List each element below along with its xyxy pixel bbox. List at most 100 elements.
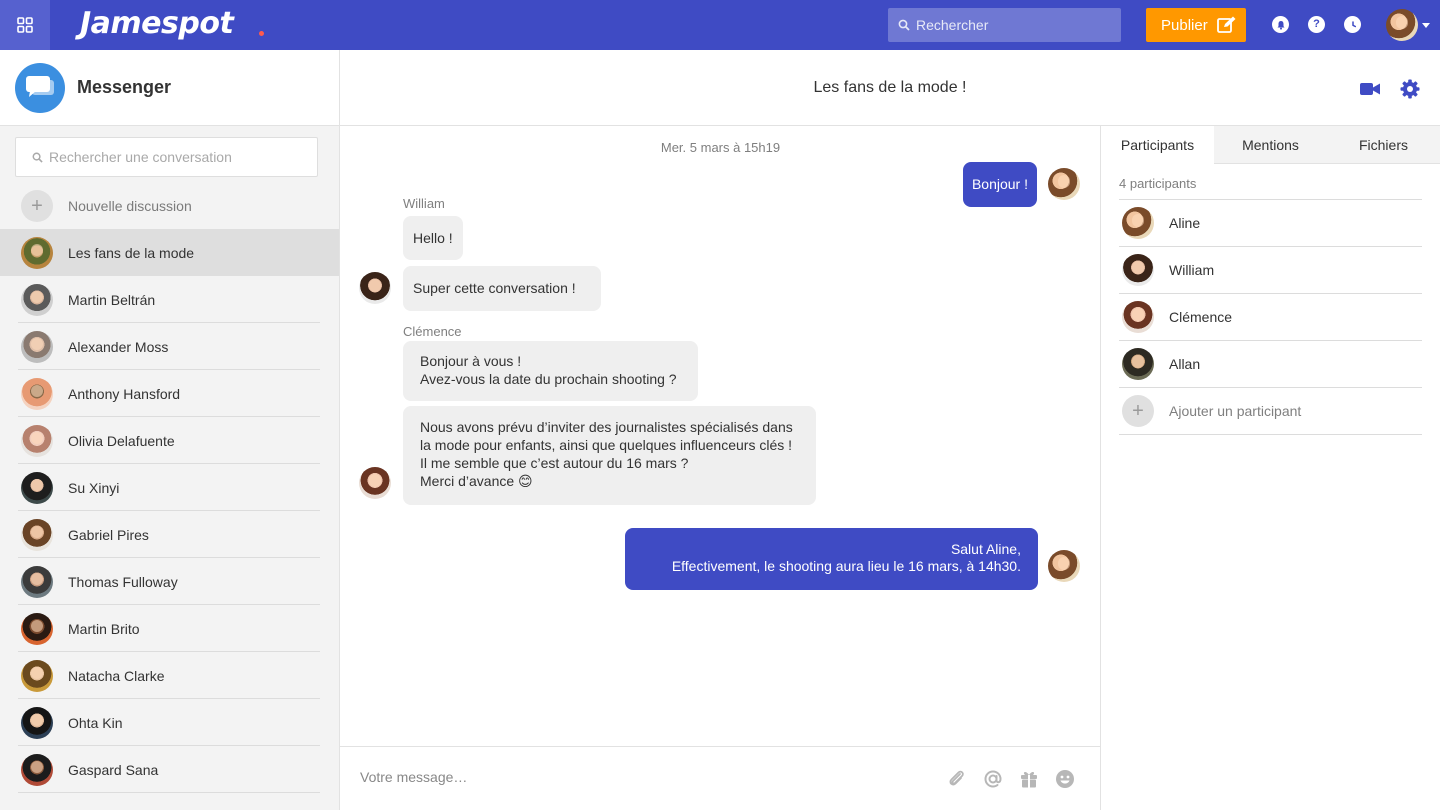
message-line: Effectivement, le shooting aura lieu le … (671, 558, 1021, 574)
incoming-message[interactable]: Nous avons prévu d’inviter des journalis… (403, 406, 816, 505)
sender-name: William (403, 196, 445, 211)
conversation-name: Gaspard Sana (68, 761, 159, 778)
avatar (1122, 207, 1154, 239)
avatar (21, 706, 53, 739)
participants-list: Aline William Clémence Allan + Ajouter u… (1119, 199, 1422, 435)
message-line: Hello ! (413, 230, 453, 246)
sender-avatar[interactable] (1048, 550, 1080, 582)
video-camera-icon (1360, 83, 1380, 95)
participant-item[interactable]: William (1119, 247, 1422, 294)
avatar (21, 236, 53, 269)
gift-button[interactable] (1019, 769, 1039, 794)
conversation-item[interactable]: Thomas Fulloway (0, 558, 339, 605)
conversation-name: Thomas Fulloway (68, 573, 178, 590)
conversation-search-input[interactable] (49, 149, 299, 165)
message-composer (340, 746, 1101, 810)
details-tabs: Participants Mentions Fichiers (1101, 126, 1440, 164)
outgoing-message[interactable]: Bonjour ! (962, 162, 1037, 207)
add-participant-label: Ajouter un participant (1169, 403, 1302, 419)
messenger-header: Messenger (0, 50, 339, 126)
avatar (21, 565, 53, 598)
incoming-message[interactable]: Bonjour à vous ! Avez-vous la date du pr… (403, 341, 698, 401)
avatar (21, 471, 53, 504)
conversation-item[interactable]: Les fans de la mode (0, 229, 339, 276)
gift-icon (1021, 771, 1037, 788)
tab-mentions[interactable]: Mentions (1214, 126, 1327, 164)
conversation-search[interactable] (15, 137, 318, 177)
add-participant-button[interactable]: + Ajouter un participant (1119, 388, 1422, 435)
tab-participants[interactable]: Participants (1101, 126, 1214, 164)
chevron-down-icon (1422, 22, 1430, 28)
emoji-button[interactable] (1055, 769, 1075, 794)
conversation-item[interactable]: Su Xinyi (0, 464, 339, 511)
new-discussion-label: Nouvelle discussion (68, 198, 192, 214)
conversation-name: Su Xinyi (68, 479, 120, 496)
search-icon (898, 19, 910, 31)
conversation-item[interactable]: Ohta Kin (0, 699, 339, 746)
chat-header: Les fans de la mode ! (340, 50, 1440, 126)
conversation-name: Les fans de la mode (68, 244, 195, 261)
incoming-message[interactable]: Super cette conversation ! (403, 266, 601, 311)
global-search[interactable] (888, 8, 1121, 42)
notifications-button[interactable] (1272, 16, 1289, 33)
participant-item[interactable]: Aline (1119, 200, 1422, 247)
video-call-button[interactable] (1360, 82, 1380, 101)
plus-icon: + (21, 190, 53, 222)
avatar (21, 377, 53, 410)
conversation-name: Olivia Delafuente (68, 432, 175, 449)
user-menu[interactable] (1386, 8, 1430, 42)
participant-name: William (1169, 262, 1215, 278)
conversation-item[interactable]: Anthony Hansford (0, 370, 339, 417)
conversation-item[interactable]: Olivia Delafuente (0, 417, 339, 464)
conversation-item[interactable]: Martin Brito (0, 605, 339, 652)
sender-avatar[interactable] (1048, 168, 1080, 200)
conversation-name: Anthony Hansford (68, 385, 181, 402)
global-search-input[interactable] (916, 17, 1116, 33)
avatar (21, 330, 53, 363)
avatar (1122, 301, 1154, 333)
conversation-title: Les fans de la mode ! (813, 79, 967, 96)
sender-avatar[interactable] (359, 272, 391, 304)
message-thread: Mer. 5 mars à 15h19 Bonjour ! William He… (340, 126, 1101, 746)
outgoing-message[interactable]: Salut Aline, Effectivement, le shooting … (625, 528, 1038, 590)
new-discussion-button[interactable]: + Nouvelle discussion (0, 183, 339, 229)
conversation-item[interactable]: Martin Beltrán (0, 276, 339, 323)
conversations-sidebar: Messenger + Nouvelle discussion Les fans… (0, 50, 340, 810)
conversation-item[interactable]: Gaspard Sana (0, 746, 339, 793)
chat-bubbles-icon (26, 75, 54, 97)
message-line: la mode pour enfants, ainsi que quelques… (420, 437, 793, 453)
message-line: Bonjour ! (971, 176, 1028, 192)
participant-name: Aline (1169, 215, 1201, 231)
conversation-settings-button[interactable] (1400, 79, 1420, 104)
sender-avatar[interactable] (359, 467, 391, 499)
edit-icon (1216, 16, 1236, 33)
message-input[interactable] (360, 769, 920, 785)
avatar (1122, 348, 1154, 380)
history-button[interactable] (1344, 16, 1361, 33)
current-user-avatar (1386, 9, 1418, 41)
publish-label: Publier (1161, 16, 1208, 34)
jamespot-logo[interactable]: Jamespot (80, 6, 234, 41)
conversation-details-panel: Participants Mentions Fichiers 4 partici… (1101, 126, 1440, 810)
conversation-item[interactable]: Alexander Moss (0, 323, 339, 370)
avatar (21, 612, 53, 645)
message-line: Super cette conversation ! (413, 280, 576, 296)
conversation-name: Martin Brito (68, 620, 140, 637)
avatar (21, 424, 53, 457)
messenger-logo (15, 62, 65, 113)
plus-icon: + (1122, 395, 1154, 427)
participant-name: Clémence (1169, 309, 1233, 325)
conversation-name: Gabriel Pires (68, 526, 149, 543)
help-button[interactable]: ? (1308, 16, 1325, 33)
attach-file-button[interactable] (948, 769, 966, 794)
apps-menu-button[interactable] (0, 0, 50, 50)
conversation-item[interactable]: Gabriel Pires (0, 511, 339, 558)
participant-item[interactable]: Clémence (1119, 294, 1422, 341)
mention-button[interactable] (983, 769, 1003, 794)
publish-button[interactable]: Publier (1146, 8, 1246, 42)
conversation-item[interactable]: Natacha Clarke (0, 652, 339, 699)
incoming-message[interactable]: Hello ! (403, 216, 463, 260)
tab-files[interactable]: Fichiers (1327, 126, 1440, 164)
participant-item[interactable]: Allan (1119, 341, 1422, 388)
message-line: Merci d’avance 😊 (420, 473, 533, 489)
